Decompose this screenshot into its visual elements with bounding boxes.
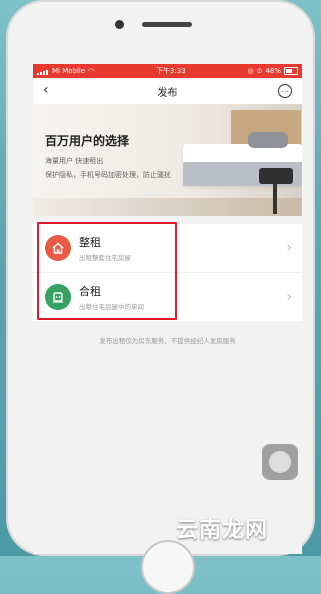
chat-icon[interactable]: … bbox=[278, 84, 292, 98]
chevron-right-icon: › bbox=[286, 240, 292, 256]
watermark-text: 云南龙网 bbox=[176, 518, 269, 543]
battery-icon bbox=[284, 67, 298, 75]
home-button[interactable] bbox=[141, 540, 195, 594]
assistive-touch-icon bbox=[269, 451, 291, 473]
option-title: 整租 bbox=[79, 236, 101, 249]
option-whole-rent[interactable]: 整租 出租整套住宅房屋 › bbox=[33, 224, 302, 273]
option-title: 合租 bbox=[79, 285, 101, 298]
bed-icon bbox=[45, 284, 71, 310]
alarm-icon: ⊙ bbox=[256, 67, 263, 75]
clock: 下午3:33 bbox=[156, 67, 186, 75]
banner-line-2: 保护隐私，手机号码加密处理，防止骚扰 bbox=[45, 171, 171, 179]
banner-headline: 百万用户的选择 bbox=[45, 134, 130, 148]
option-shared-rent[interactable]: 合租 出租住宅房屋中的单间 › bbox=[33, 273, 302, 321]
phone-frame: Mi Mobile ◠ 下午3:33 ◎ ⊙ 48% ‹ 发布 … 百万用户的选… bbox=[6, 0, 315, 594]
page-title: 发布 bbox=[157, 87, 178, 99]
location-icon: ◎ bbox=[247, 67, 254, 75]
rental-type-list: 整租 出租整套住宅房屋 › 合租 出租住宅房屋中的单间 › bbox=[33, 224, 302, 321]
footer-note: 发布出租仅为房东服务，不提供经纪人发房服务 bbox=[99, 337, 236, 345]
chevron-right-icon: › bbox=[286, 289, 292, 305]
assistive-touch-button[interactable] bbox=[262, 444, 298, 480]
front-camera bbox=[115, 20, 124, 29]
house-icon bbox=[45, 235, 71, 261]
floor-illustration bbox=[33, 198, 302, 216]
back-button[interactable]: ‹ bbox=[43, 82, 49, 98]
option-description: 出租整套住宅房屋 bbox=[79, 254, 131, 262]
wifi-icon: ◠ bbox=[88, 67, 95, 75]
navigation-bar: ‹ 发布 … bbox=[33, 78, 302, 104]
promo-banner: 百万用户的选择 海量用户 快速租出 保护隐私，手机号码加密处理，防止骚扰 bbox=[33, 104, 302, 216]
earpiece-speaker bbox=[142, 22, 192, 27]
table-leg-illustration bbox=[273, 182, 277, 214]
signal-icon bbox=[37, 67, 49, 75]
status-bar: Mi Mobile ◠ 下午3:33 ◎ ⊙ 48% bbox=[33, 64, 302, 78]
carrier-label: Mi Mobile bbox=[52, 67, 86, 75]
pillow-illustration bbox=[248, 132, 288, 148]
battery-percent: 48% bbox=[265, 67, 281, 75]
app-screen: Mi Mobile ◠ 下午3:33 ◎ ⊙ 48% ‹ 发布 … 百万用户的选… bbox=[33, 64, 302, 554]
banner-line-1: 海量用户 快速租出 bbox=[45, 157, 104, 165]
option-description: 出租住宅房屋中的单间 bbox=[79, 303, 144, 311]
